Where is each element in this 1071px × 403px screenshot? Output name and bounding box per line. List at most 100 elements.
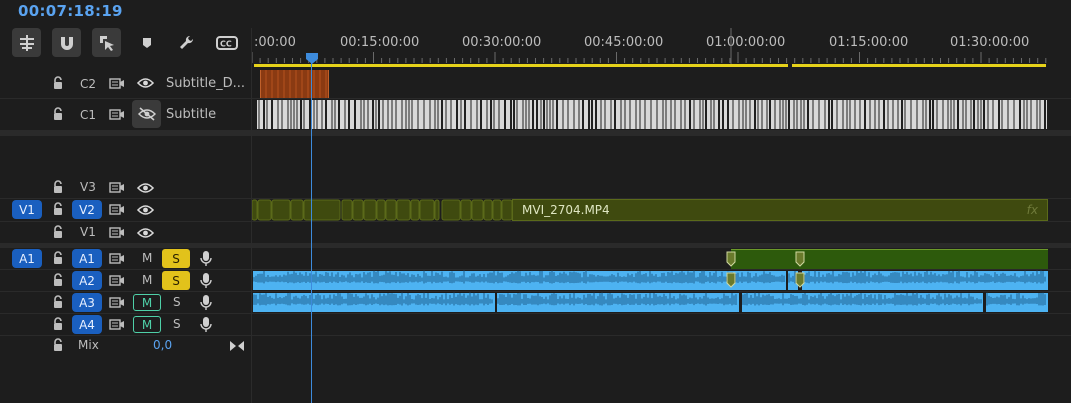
empty-track-area: [0, 136, 1071, 176]
audio-waveform-a2[interactable]: [252, 270, 1071, 291]
clip-name: MVI_2704.MP4: [522, 203, 610, 217]
lock-icon[interactable]: [52, 295, 64, 309]
track-target-a3[interactable]: A3: [72, 293, 102, 312]
nest-icon: [19, 34, 34, 51]
lane-a1[interactable]: [252, 248, 1071, 269]
timecode-display[interactable]: 00:07:18:19: [18, 2, 123, 20]
track-v3: V3: [0, 177, 1071, 198]
keyframe-marker[interactable]: [726, 272, 736, 288]
ruler-ticks: [252, 28, 1047, 64]
track-header-mix: Mix 0,0: [0, 336, 252, 356]
microphone-icon[interactable]: [200, 294, 212, 311]
sync-lock-icon[interactable]: [109, 203, 125, 216]
lock-icon[interactable]: [52, 273, 64, 287]
eye-icon[interactable]: [137, 227, 154, 239]
track-label: Mix: [78, 338, 99, 352]
time-ruler[interactable]: :00:00 00:15:00:00 00:30:00:00 00:45:00:…: [252, 28, 1071, 68]
track-header-a3: A3 M S: [0, 292, 252, 313]
marker-icon: [142, 37, 151, 48]
track-target-a2[interactable]: A2: [72, 271, 102, 290]
sync-lock-icon[interactable]: [109, 77, 125, 90]
timeline-settings-button[interactable]: [172, 28, 201, 57]
audio-clip-green[interactable]: [731, 249, 1048, 269]
lock-icon[interactable]: [52, 107, 64, 121]
lane-c2[interactable]: [252, 70, 1071, 98]
nest-sequence-button[interactable]: [12, 28, 41, 57]
sync-lock-icon[interactable]: [109, 274, 125, 287]
sync-lock-icon[interactable]: [109, 296, 125, 309]
track-label: V3: [80, 180, 96, 194]
captions-button[interactable]: CC: [212, 28, 241, 57]
linked-selection-button[interactable]: [92, 28, 121, 57]
lock-icon[interactable]: [52, 180, 64, 194]
track-header-c2: C2 Subtitle_D...: [0, 70, 252, 98]
microphone-icon[interactable]: [200, 316, 212, 333]
work-area-bar[interactable]: [254, 64, 788, 67]
subtitle-track-clips[interactable]: [252, 99, 1071, 130]
sync-lock-icon[interactable]: [109, 108, 125, 121]
lane-a2[interactable]: [252, 270, 1071, 291]
lane-c1[interactable]: [252, 99, 1071, 130]
eye-icon[interactable]: [137, 77, 154, 89]
add-marker-button[interactable]: [132, 28, 161, 57]
microphone-icon[interactable]: [200, 250, 212, 267]
sync-lock-icon[interactable]: [109, 226, 125, 239]
video-clip-main[interactable]: MVI_2704.MP4 fx: [512, 199, 1048, 221]
keyframe-marker[interactable]: [795, 251, 805, 267]
mute-button[interactable]: M: [133, 316, 161, 333]
source-patch-a1[interactable]: A1: [12, 249, 42, 268]
track-c2: C2 Subtitle_D...: [0, 70, 1071, 98]
mix-volume-value[interactable]: 0,0: [153, 338, 172, 352]
snap-button[interactable]: [52, 28, 81, 57]
lane-v2[interactable]: MVI_2704.MP4 fx: [252, 199, 1071, 221]
lock-icon[interactable]: [52, 317, 64, 331]
track-label: V1: [80, 225, 96, 239]
solo-button[interactable]: S: [173, 317, 181, 331]
mute-button[interactable]: M: [142, 273, 152, 287]
track-header-v1: V1: [0, 222, 252, 243]
toggle-output-button[interactable]: [132, 100, 161, 128]
playhead-line[interactable]: [311, 58, 312, 403]
sync-lock-icon[interactable]: [109, 252, 125, 265]
go-to-end-icon[interactable]: [229, 340, 245, 352]
track-target-v2[interactable]: V2: [72, 200, 102, 219]
track-a4: A4 M S: [0, 314, 1071, 335]
mute-button[interactable]: M: [133, 294, 161, 311]
track-label: C1: [80, 108, 97, 122]
lane-a3[interactable]: [252, 292, 1071, 313]
sync-lock-icon[interactable]: [109, 181, 125, 194]
track-v2: V1 V2 MVI_2704.MP4 fx: [0, 199, 1071, 221]
work-area-bar[interactable]: [792, 64, 1046, 67]
audio-waveform-a3[interactable]: [252, 292, 1071, 313]
eye-icon[interactable]: [137, 182, 154, 194]
solo-button[interactable]: S: [162, 271, 190, 290]
lock-icon[interactable]: [52, 76, 64, 90]
fx-badge: fx: [1026, 203, 1038, 217]
solo-button[interactable]: S: [173, 295, 181, 309]
track-target-a4[interactable]: A4: [72, 315, 102, 334]
track-header-a2: A2 M S: [0, 270, 252, 291]
track-a3: A3 M S: [0, 292, 1071, 313]
track-a1: A1 A1 M S: [0, 248, 1071, 269]
lock-icon[interactable]: [52, 225, 64, 239]
mute-button[interactable]: M: [142, 251, 152, 265]
microphone-icon[interactable]: [200, 272, 212, 289]
magnet-icon: [60, 36, 73, 50]
track-name: Subtitle: [166, 107, 217, 122]
source-patch-v1[interactable]: V1: [12, 200, 42, 219]
subtitle-clip-dividers: [265, 70, 327, 98]
track-target-a1[interactable]: A1: [72, 249, 102, 268]
svg-text:CC: CC: [220, 39, 232, 48]
solo-button[interactable]: S: [162, 249, 190, 268]
keyframe-marker[interactable]: [795, 272, 805, 288]
sync-lock-icon[interactable]: [109, 318, 125, 331]
eye-icon[interactable]: [137, 204, 154, 216]
lock-icon[interactable]: [52, 251, 64, 265]
playhead-handle[interactable]: [305, 52, 319, 64]
track-header-c1: C1 Subtitle: [0, 99, 252, 130]
track-header-a4: A4 M S: [0, 314, 252, 335]
lock-icon[interactable]: [52, 338, 64, 352]
keyframe-marker[interactable]: [726, 251, 736, 267]
track-label: C2: [80, 77, 97, 91]
lock-icon[interactable]: [52, 202, 64, 216]
